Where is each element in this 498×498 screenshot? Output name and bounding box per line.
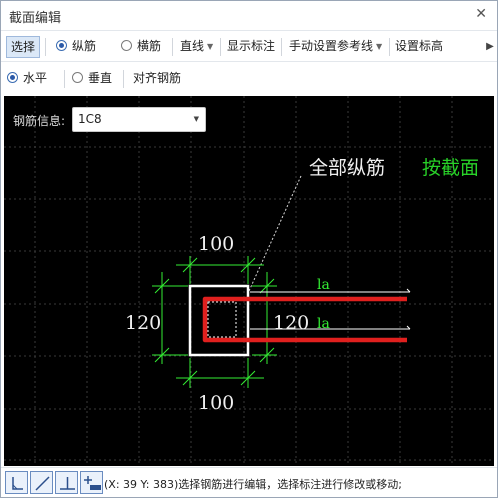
vertical-label: 垂直 [88,71,113,85]
dim-right-value[interactable]: 120 [273,312,309,334]
longitudinal-radio[interactable]: 纵筋 [56,38,96,56]
horizontal-label: 水平 [23,71,48,85]
radio-checked-icon [56,40,67,51]
longitudinal-label: 纵筋 [72,39,97,53]
transverse-radio[interactable]: 横筋 [121,38,161,56]
main-toolbar: 选择 纵筋 横筋 直线 ▼ 显示标注 手动设置参考线 ▼ 设置标高 ▶ [1,32,497,62]
radio-unchecked-icon [121,40,132,51]
show-dimensions-button[interactable]: 显示标注 [223,36,279,58]
grid-lines [4,96,494,466]
toolbar-overflow-icon[interactable]: ▶ [485,38,495,56]
close-icon[interactable]: ✕ [475,6,487,22]
dim-top-value[interactable]: 100 [198,233,234,255]
rebar-info-label: 钢筋信息: [13,114,66,128]
manual-reference-label: 手动设置参考线 [289,39,374,53]
line-label: 直线 [180,39,205,53]
toolbar-divider [220,38,221,56]
window-title: 截面编辑 [9,11,62,26]
select-button[interactable]: 选择 [6,36,41,58]
all-longitudinal-label[interactable]: 全部纵筋 [309,157,385,179]
dropdown-arrow-icon: ▼ [376,42,383,51]
toolbar-divider [45,38,46,56]
line-dropdown[interactable]: 直线 ▼ [176,36,217,58]
dropdown-arrow-icon: ▼ [193,115,199,123]
title-bar: 截面编辑 ✕ [1,1,497,31]
horizontal-radio[interactable]: 水平 [7,70,47,88]
drawing-canvas[interactable]: 全部纵筋 按截面 100 100 120 120 la la 钢筋信息: 1C8… [4,96,494,466]
radio-checked-icon [7,72,18,83]
rebar-info-value: 1C8 [78,112,102,126]
perpendicular-icon[interactable] [55,471,78,494]
toolbar-divider [389,38,390,56]
status-bar: (X: 39 Y: 383)选择钢筋进行编辑，选择标注进行修改或移动; [1,467,497,497]
stirrup-outline[interactable] [207,301,237,338]
label-leader-line [248,175,302,292]
dim-bottom-value[interactable]: 100 [198,392,234,414]
align-rebar-button[interactable]: 对齐钢筋 [129,68,185,90]
set-elevation-button[interactable]: 设置标高 [391,36,447,58]
add-rebar-icon[interactable] [80,471,103,494]
dimension-lines[interactable] [152,256,277,388]
secondary-toolbar: 水平 垂直 对齐钢筋 [1,64,497,94]
la-top-label[interactable]: la [317,277,330,293]
by-section-label[interactable]: 按截面 [422,157,479,179]
toolbar-divider [281,38,282,56]
toolbar-divider [123,70,124,88]
transverse-label: 横筋 [137,39,162,53]
dim-left-value[interactable]: 120 [125,312,161,334]
toolbar-divider [64,70,65,88]
radio-unchecked-icon [72,72,83,83]
manual-reference-dropdown[interactable]: 手动设置参考线 ▼ [285,36,386,58]
corner-tool-icon[interactable] [5,471,28,494]
status-message: (X: 39 Y: 383)选择钢筋进行编辑，选择标注进行修改或移动; [104,478,402,491]
section-drawing: 全部纵筋 按截面 100 100 120 120 la la [4,96,494,466]
vertical-radio[interactable]: 垂直 [72,70,112,88]
rebar-info-select[interactable]: 1C8 ▼ [72,107,206,132]
section-outline[interactable] [188,284,250,357]
la-bottom-label[interactable]: la [317,316,330,332]
diagonal-line-icon[interactable] [30,471,53,494]
section-editor-window: 截面编辑 ✕ 选择 纵筋 横筋 直线 ▼ 显示标注 手动设置参考线 ▼ 设置标高 ▶… [0,0,498,498]
dropdown-arrow-icon: ▼ [207,42,214,51]
toolbar-divider [172,38,173,56]
